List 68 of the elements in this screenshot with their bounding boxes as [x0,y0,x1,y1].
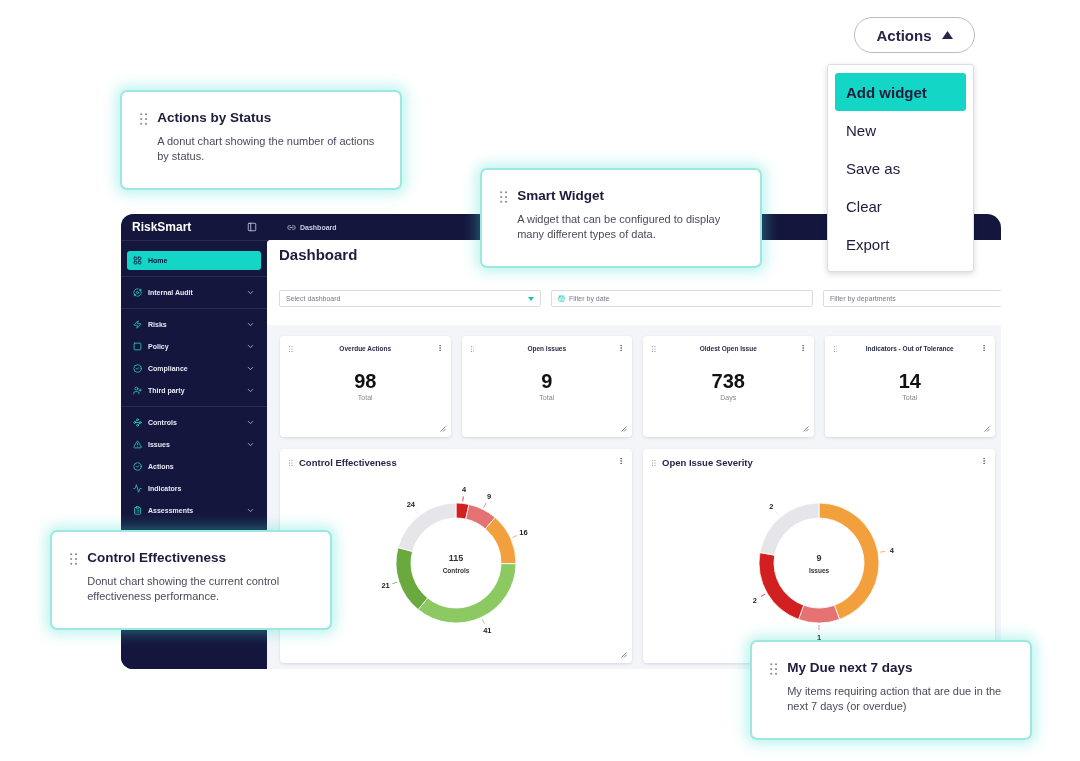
menu-item[interactable]: Add widget [835,73,966,111]
page-title: Dashboard [279,246,358,263]
leader-line [818,624,820,631]
user-plus-icon [133,386,142,395]
drag-handle-icon[interactable] [289,460,293,466]
square-icon [133,342,142,351]
leader-line [483,502,487,508]
pulse-icon [133,484,142,493]
lightning-icon [133,320,142,329]
chart-title: Open Issue Severity [662,457,753,468]
menu-item[interactable]: New [835,111,966,149]
clipboard-icon [133,506,142,515]
actions-button[interactable]: Actions [854,17,975,53]
grid-icon [133,256,142,265]
donut-total: 115 [448,553,464,563]
brand-logo: RiskSmart [132,220,192,234]
orbit-icon [133,288,142,297]
callout-title: Actions by Status [157,110,273,125]
drag-handle-icon[interactable] [289,346,293,352]
drag-handle-icon[interactable] [140,113,148,125]
leader-line [879,550,886,553]
leader-line [512,535,518,538]
more-options-icon[interactable] [617,344,625,352]
menu-item[interactable]: Export [835,225,966,263]
sidebar-toggle-icon[interactable] [247,222,257,232]
callout-description: A donut chart showing the number of actions by status. [157,134,376,164]
callout-description: My items requiring action that are due in the next 7 days (or overdue) [787,684,1003,714]
resize-handle-icon[interactable] [621,652,627,658]
more-options-icon[interactable] [980,344,988,352]
leader-line [775,511,780,516]
dropdown-caret-icon [528,296,534,301]
donut-total: 9 [816,553,822,563]
stat-value: 738 [711,370,745,393]
drag-handle-icon[interactable] [770,663,778,675]
drag-handle-icon[interactable] [70,553,78,565]
menu-item[interactable]: Clear [835,187,966,225]
resize-handle-icon[interactable] [439,426,446,432]
chart-title: Control Effectiveness [299,457,397,468]
stat-value: 9 [541,370,553,393]
leader-line [760,593,766,597]
leader-line [481,618,485,625]
callout-description: Donut chart showing the current control effectiveness performance. [87,574,281,604]
check-circle-icon [133,462,142,471]
warning-icon [133,440,142,449]
callout-description: A widget that can be configured to display many different types of data. [517,212,722,242]
leader-line [462,496,464,502]
leader-line [414,509,419,515]
drag-handle-icon[interactable] [500,191,508,203]
check-circle-icon [133,364,142,373]
link-icon [287,222,296,232]
stat-value: 14 [898,370,921,393]
more-options-icon[interactable] [617,457,625,465]
more-options-icon[interactable] [980,457,988,465]
callout-title: My Due next 7 days [787,660,914,675]
route-icon [133,418,142,427]
leader-line [391,581,398,585]
stat-value: 98 [354,370,377,393]
drag-handle-icon[interactable] [652,460,656,466]
drag-handle-icon[interactable] [652,346,656,352]
callout-title: Smart Widget [517,188,606,203]
callout-title: Control Effectiveness [87,550,227,565]
resize-handle-icon[interactable] [802,426,809,432]
resize-handle-icon[interactable] [984,426,990,432]
calendar-icon [558,295,565,302]
resize-handle-icon[interactable] [621,426,627,432]
drag-handle-icon[interactable] [470,346,475,352]
menu-item[interactable]: Save as [835,149,966,187]
drag-handle-icon[interactable] [833,346,838,352]
